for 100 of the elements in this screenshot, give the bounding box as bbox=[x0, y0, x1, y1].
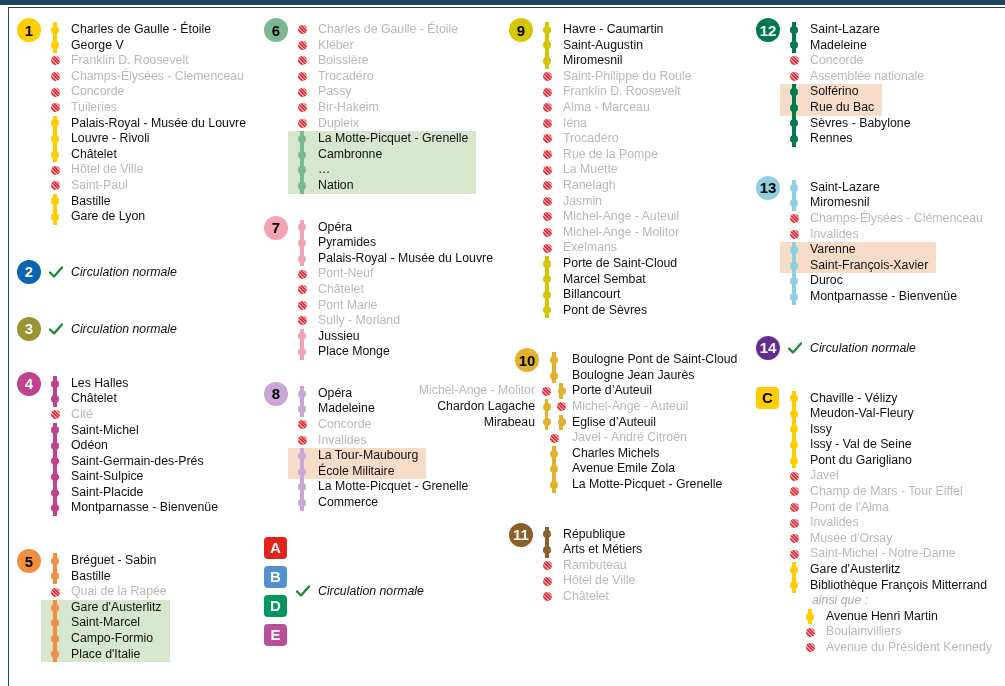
station-name: Louvre - Rivoli bbox=[70, 131, 150, 147]
station-name: La Motte-Picquet - Grenelle bbox=[571, 477, 723, 493]
status-text: Circulation normale bbox=[70, 321, 177, 336]
station-name: Michel-Ange - Molitor bbox=[562, 224, 680, 241]
station-name: La Muette bbox=[562, 162, 618, 178]
station-name: Tuileries bbox=[70, 99, 117, 116]
station-name: République bbox=[562, 526, 626, 543]
station-name: Pyramides bbox=[317, 235, 377, 251]
check-icon bbox=[296, 585, 310, 598]
station-name: … bbox=[317, 162, 331, 178]
station-name: Duroc bbox=[809, 273, 843, 289]
station-name: Saint-Michel bbox=[70, 422, 139, 439]
station-name: Champs-Élysées - Clemenceau bbox=[70, 68, 244, 85]
station-name: Kléber bbox=[317, 37, 354, 54]
station-name: Avenue Emile Zola bbox=[571, 461, 675, 478]
station-name: Nation bbox=[317, 177, 354, 194]
station-name: Trocadéro bbox=[562, 131, 619, 147]
station-name: Miromesnil bbox=[562, 53, 623, 69]
station-name: Chaville - Vélizy bbox=[809, 390, 898, 407]
station-name: Opéra bbox=[317, 219, 353, 236]
station-name: Michel-Ange - Molitor bbox=[418, 383, 536, 400]
station-name: Arts et Métiers bbox=[562, 542, 643, 558]
station-name: Pont Marie bbox=[317, 297, 378, 314]
station-name: Saint-Sulpice bbox=[70, 469, 144, 485]
line-badge: 6 bbox=[264, 18, 288, 42]
station-name: Miromesnil bbox=[809, 195, 870, 210]
station-name: La Motte-Picquet - Grenelle bbox=[317, 131, 469, 147]
station-name: Saint-Marcel bbox=[70, 615, 141, 632]
line-badge: 12 bbox=[756, 18, 780, 42]
line-badge: 2 bbox=[17, 259, 41, 284]
station-name: Palais-Royal - Musée du Louvre bbox=[317, 250, 493, 267]
station-name: Bréguet - Sabin bbox=[70, 553, 157, 569]
station-name: Gare d'Austerlitz bbox=[809, 562, 901, 578]
station-name: Porte d’Auteuil bbox=[571, 383, 652, 400]
line-badge: 9 bbox=[509, 18, 533, 42]
station-name: Billancourt bbox=[562, 287, 621, 303]
station-name: Varenne bbox=[809, 242, 856, 258]
station-name: Passy bbox=[317, 84, 352, 100]
line-badge: 8 bbox=[264, 381, 288, 406]
station-name: Montparnasse - Bienvenüe bbox=[70, 500, 218, 517]
station-name: Commerce bbox=[317, 495, 379, 511]
station-name: Les Halles bbox=[70, 375, 129, 392]
station-name: Boulainvilliers bbox=[825, 624, 902, 640]
station-name: Bibliothèque François Mitterrand bbox=[809, 577, 988, 594]
station-name: Concorde bbox=[70, 84, 125, 100]
station-name: Charles Michels bbox=[571, 445, 660, 462]
station-name: Sully - Morland bbox=[317, 313, 400, 329]
station-name: Saint-Augustin bbox=[562, 37, 643, 54]
line-badge: 14 bbox=[756, 335, 780, 360]
station-name: Chardon Lagache bbox=[437, 399, 536, 415]
station-name: Eglise d’Auteuil bbox=[571, 414, 657, 431]
check-icon bbox=[49, 322, 63, 335]
station-name: Boissière bbox=[317, 53, 369, 69]
line-badge: A bbox=[264, 536, 287, 559]
note-text: ainsi que : bbox=[811, 593, 870, 609]
station-name: Saint-Germain-des-Prés bbox=[70, 453, 204, 470]
station-name: Invalides bbox=[317, 432, 367, 449]
station-name: Porte de Saint-Cloud bbox=[562, 255, 678, 272]
line-badge: E bbox=[264, 623, 287, 646]
line-badge: 10 bbox=[515, 348, 539, 373]
station-name: Javel - André Citroën bbox=[571, 430, 687, 446]
station-name: Opéra bbox=[317, 385, 353, 402]
station-name: Gare de Lyon bbox=[70, 209, 146, 225]
station-name: La Motte-Picquet - Grenelle bbox=[317, 479, 469, 496]
line-badge: 11 bbox=[509, 522, 533, 547]
station-name: Dupleix bbox=[317, 115, 359, 132]
station-name: Charles de Gaulle - Étoile bbox=[317, 22, 459, 38]
line-badge: 13 bbox=[756, 175, 780, 200]
station-name: Pont-Neuf bbox=[317, 266, 374, 282]
station-name: Invalides bbox=[809, 226, 859, 243]
station-name: Place Monge bbox=[317, 344, 390, 360]
check-icon bbox=[788, 341, 802, 354]
line-badge: 7 bbox=[264, 215, 288, 240]
station-name: George V bbox=[70, 37, 124, 54]
station-name: Saint-Lazare bbox=[809, 22, 880, 38]
line-badge: 4 bbox=[17, 371, 41, 396]
status-text: Circulation normale bbox=[317, 584, 424, 599]
station-name: Jasmin bbox=[562, 193, 602, 210]
station-name: Quai de la Rapée bbox=[70, 584, 167, 600]
line-badge: 5 bbox=[17, 549, 41, 574]
station-name: Jussieu bbox=[317, 328, 360, 345]
station-name: Champ de Mars - Tour Eiffel bbox=[809, 484, 963, 500]
station-name: Concorde bbox=[809, 53, 864, 69]
station-name: Boulogne Pont de Saint-Cloud bbox=[571, 352, 738, 368]
station-name: Michel-Ange - Auteuil bbox=[571, 399, 689, 415]
station-name: Palais-Royal - Musée du Louvre bbox=[70, 115, 246, 132]
station-name: Boulogne Jean Jaurès bbox=[571, 367, 695, 384]
station-name: Madeleine bbox=[317, 401, 375, 418]
station-name: Exelmans bbox=[562, 240, 617, 256]
station-name: Madeleine bbox=[809, 37, 867, 54]
status-text: Circulation normale bbox=[809, 340, 916, 355]
station-name: Bastille bbox=[70, 193, 111, 210]
station-name: Bastille bbox=[70, 568, 111, 585]
station-name: Hôtel de Ville bbox=[562, 573, 636, 589]
station-name: Rue de la Pompe bbox=[562, 146, 659, 163]
station-name: Saint-Lazare bbox=[809, 179, 880, 196]
check-icon bbox=[49, 265, 63, 278]
station-name: Avenue du Président Kennedy bbox=[825, 640, 992, 656]
station-name: La Tour-Maubourg bbox=[317, 448, 419, 463]
station-name: Pont de l'Alma bbox=[809, 499, 889, 516]
